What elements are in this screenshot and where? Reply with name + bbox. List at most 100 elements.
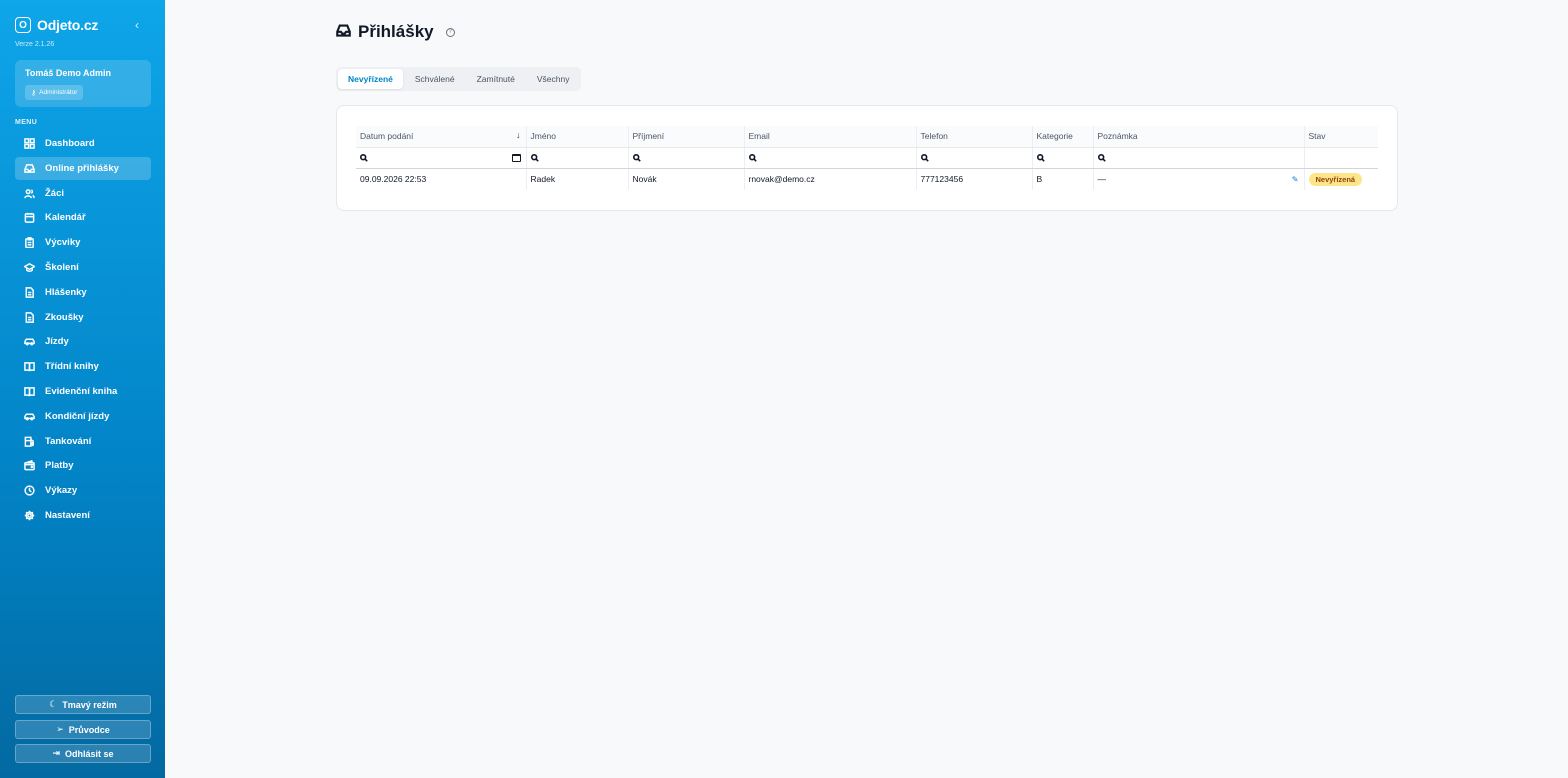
fuel-icon (24, 436, 35, 447)
column-header-telefon[interactable]: Telefon (915, 126, 1032, 148)
filter-row (356, 147, 1378, 169)
sidebar-item-tankovani[interactable]: Tankování (15, 430, 151, 453)
filter-poznamka[interactable] (1092, 147, 1304, 169)
sidebar-item-evidencni-kniha[interactable]: Evidenční kniha (15, 380, 151, 403)
app-version: Verze 2.1.26 (15, 41, 55, 48)
filter-datum[interactable] (356, 147, 526, 169)
dashboard-icon (24, 138, 35, 149)
search-icon (1036, 154, 1045, 163)
inbox-icon (336, 23, 351, 41)
pencil-icon[interactable]: ✎ (1292, 175, 1299, 184)
book-icon (24, 386, 35, 397)
gear-icon (24, 510, 35, 521)
dark-mode-button[interactable]: ☾ Tmavý režim (15, 695, 151, 714)
status-badge: Nevyřízená (1308, 172, 1363, 186)
sidebar-menu: Dashboard Online přihlášky Žáci Kalendář… (15, 132, 151, 529)
sidebar-item-kalendar[interactable]: Kalendář (15, 206, 151, 229)
send-icon: ➢ (56, 724, 64, 734)
search-icon (748, 154, 757, 163)
sidebar-item-online-prihlasky[interactable]: Online přihlášky (15, 156, 151, 180)
column-header-prijmeni[interactable]: Příjmení (627, 126, 744, 148)
sort-desc-icon[interactable]: ↓ (516, 130, 521, 140)
cell-kategorie: B (1031, 168, 1093, 190)
clipboard-icon (24, 237, 35, 249)
table-header-row: Datum podání ↓ Jméno Příjmení Email Telef… (356, 126, 1378, 148)
brand[interactable]: O Odjeto.cz (15, 17, 98, 33)
sidebar-item-dashboard[interactable]: Dashboard (15, 132, 151, 155)
sidebar-item-label: Jízdy (45, 336, 69, 348)
chevron-left-icon[interactable]: ‹ (135, 18, 147, 32)
column-header-kategorie[interactable]: Kategorie (1031, 126, 1093, 148)
sidebar-item-label: Online přihlášky (45, 162, 119, 174)
logout-button[interactable]: ⇥ Odhlásit se (15, 744, 151, 763)
guide-button[interactable]: ➢ Průvodce (15, 720, 151, 739)
role-badge: ⚷ Administrátor (25, 85, 84, 100)
menu-title: MENU (15, 119, 38, 126)
sidebar-item-label: Žáci (45, 187, 65, 199)
logo-icon: O (15, 17, 31, 33)
clock-icon (24, 485, 35, 496)
sidebar-item-vykazy[interactable]: Výkazy (15, 479, 151, 502)
tab-nevyrizene[interactable]: Nevyřízené (338, 69, 403, 89)
car-icon (24, 336, 35, 347)
sidebar: O Odjeto.cz ‹ Verze 2.1.26 Tomáš Demo Ad… (0, 0, 165, 778)
sidebar-item-label: Kalendář (45, 212, 86, 224)
filter-email[interactable] (743, 147, 916, 169)
tab-vsechny[interactable]: Všechny (527, 69, 580, 89)
applications-table: Datum podání ↓ Jméno Příjmení Email Telef… (356, 126, 1378, 190)
column-header-jmeno[interactable]: Jméno (525, 126, 628, 148)
book-icon (24, 361, 35, 372)
applications-card: Datum podání ↓ Jméno Příjmení Email Telef… (336, 105, 1398, 211)
sidebar-item-nastaveni[interactable]: Nastavení (15, 504, 151, 527)
search-icon (1097, 154, 1106, 163)
sidebar-item-zkousky[interactable]: Zkoušky (15, 306, 151, 329)
sidebar-item-label: Nastavení (45, 509, 90, 521)
status-tabs: Nevyřízené Schválené Zamítnuté Všechny (336, 67, 582, 91)
table-row[interactable]: 09.09.2026 22:53 Radek Novák rnovak@demo… (356, 168, 1378, 190)
sidebar-item-label: Výkazy (45, 485, 78, 497)
sidebar-item-label: Školení (45, 261, 79, 273)
dark-mode-label: Tmavý režim (62, 699, 117, 710)
search-icon (530, 154, 539, 163)
sidebar-item-jizdy[interactable]: Jízdy (15, 330, 151, 353)
sidebar-item-skoleni[interactable]: Školení (15, 256, 151, 279)
sidebar-item-tridni-knihy[interactable]: Třídní knihy (15, 355, 151, 378)
sidebar-item-label: Tankování (45, 435, 92, 447)
cell-datum: 09.09.2026 22:53 (360, 174, 427, 185)
sidebar-item-label: Výcviky (45, 237, 81, 249)
cell-jmeno: Radek (525, 168, 628, 190)
search-icon (632, 154, 641, 163)
users-icon (24, 188, 35, 199)
filter-kategorie[interactable] (1031, 147, 1093, 169)
sidebar-item-label: Dashboard (45, 138, 95, 149)
cell-telefon: 777123456 (915, 168, 1032, 190)
tab-schvalene[interactable]: Schválené (405, 69, 465, 89)
column-header-poznamka[interactable]: Poznámka (1092, 126, 1304, 148)
moon-icon: ☾ (49, 699, 58, 709)
filter-telefon[interactable] (915, 147, 1032, 169)
column-header-datum[interactable]: Datum podání ↓ (356, 126, 526, 148)
guide-label: Průvodce (68, 724, 110, 735)
filter-prijmeni[interactable] (627, 147, 744, 169)
sidebar-item-platby[interactable]: Platby (15, 454, 151, 477)
app-name: Odjeto.cz (37, 17, 99, 33)
sidebar-item-label: Hlášenky (45, 286, 87, 298)
page-header: Přihlášky ? (336, 22, 455, 42)
column-header-email[interactable]: Email (743, 126, 916, 148)
page-title: Přihlášky (358, 22, 434, 41)
help-icon[interactable]: ? (445, 27, 455, 37)
sidebar-item-vycviky[interactable]: Výcviky (15, 231, 151, 254)
sidebar-item-hlasenky[interactable]: Hlášenky (15, 281, 151, 304)
wallet-icon (24, 460, 35, 471)
logout-icon: ⇥ (52, 748, 61, 758)
calendar-icon[interactable] (511, 153, 521, 162)
column-header-stav[interactable]: Stav (1303, 126, 1378, 148)
key-icon: ⚷ (31, 89, 37, 97)
tab-zamitnute[interactable]: Zamítnuté (467, 69, 525, 89)
document-icon (24, 311, 35, 323)
cell-poznamka: — ✎ (1092, 168, 1304, 190)
sidebar-item-kondicni-jizdy[interactable]: Kondiční jízdy (15, 405, 151, 428)
filter-jmeno[interactable] (525, 147, 628, 169)
sidebar-item-label: Kondiční jízdy (45, 410, 110, 422)
sidebar-item-zaci[interactable]: Žáci (15, 182, 151, 205)
